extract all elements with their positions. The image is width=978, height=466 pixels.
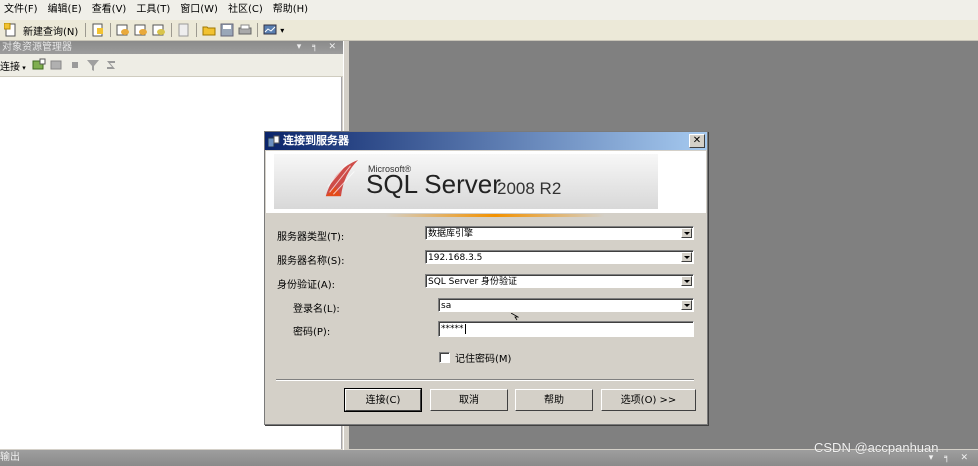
login-label: 登录名(L): xyxy=(293,304,340,315)
text-caret xyxy=(464,324,466,334)
print-icon[interactable] xyxy=(238,23,252,37)
server-connect-icon xyxy=(268,135,280,147)
dialog-title: 连接到服务器 xyxy=(283,134,349,147)
mdx-query-icon[interactable] xyxy=(152,23,166,37)
remember-password-label: 记住密码(M) xyxy=(455,354,512,365)
connect-object-explorer-icon[interactable] xyxy=(32,58,46,72)
auth-label: 身份验证(A): xyxy=(277,280,336,291)
server-type-value: 数据库引擎 xyxy=(428,229,474,239)
server-name-select[interactable]: 192.168.3.5 xyxy=(425,250,694,264)
menu-edit[interactable]: 编辑(E) xyxy=(44,0,88,20)
open-folder-icon[interactable] xyxy=(202,23,216,37)
refresh-icon[interactable] xyxy=(104,58,118,72)
watermark: CSDN @accpanhuan xyxy=(814,440,939,455)
chevron-down-icon: ▾ xyxy=(20,63,26,72)
new-query-icon xyxy=(4,23,16,37)
options-button[interactable]: 选项(O) >> xyxy=(601,389,696,411)
menu-bar: 文件(F) 编辑(E) 查看(V) 工具(T) 窗口(W) 社区(C) 帮助(H… xyxy=(0,0,978,20)
server-name-label: 服务器名称(S): xyxy=(277,256,345,267)
toolbar-separator xyxy=(85,23,87,37)
analysis-query-icon[interactable] xyxy=(134,23,148,37)
server-type-row: 服务器类型(T): 数据库引擎 xyxy=(265,226,707,244)
login-value: sa xyxy=(441,301,452,311)
brand-product: SQL Server xyxy=(366,169,501,199)
toolbar-separator xyxy=(257,23,259,37)
banner-accent-line xyxy=(385,214,605,217)
activity-monitor-icon[interactable] xyxy=(263,23,277,37)
auth-select[interactable]: SQL Server 身份验证 xyxy=(425,274,694,288)
help-button[interactable]: 帮助 xyxy=(515,389,593,411)
menu-file[interactable]: 文件(F) xyxy=(0,0,44,20)
login-row: 登录名(L): sa xyxy=(265,298,707,316)
mouse-cursor-icon xyxy=(511,313,519,321)
new-file-icon[interactable] xyxy=(91,23,105,37)
new-query-button[interactable]: 新建查询(N) xyxy=(0,23,82,38)
auth-row: 身份验证(A): SQL Server 身份验证 xyxy=(265,274,707,292)
sql-server-logo-icon xyxy=(325,160,359,197)
database-engine-query-icon[interactable] xyxy=(116,23,130,37)
password-label: 密码(P): xyxy=(293,327,331,338)
dialog-titlebar[interactable]: 连接到服务器 ✕ xyxy=(265,132,707,150)
connect-to-server-dialog: 连接到服务器 ✕ Microsoft® SQL Server 2008 R2 服… xyxy=(264,131,708,425)
new-query-label: 新建查询(N) xyxy=(23,26,79,38)
auth-value: SQL Server 身份验证 xyxy=(428,277,518,287)
chevron-down-icon[interactable] xyxy=(681,228,692,238)
panel-window-controls[interactable]: ▾ ╕ ✕ xyxy=(297,41,340,54)
document-icon[interactable] xyxy=(177,23,191,37)
menu-tools[interactable]: 工具(T) xyxy=(132,0,176,20)
checkbox-box[interactable] xyxy=(439,352,450,363)
filter-icon[interactable] xyxy=(86,58,100,72)
stop-icon[interactable] xyxy=(68,58,82,72)
toolbar-separator xyxy=(196,23,198,37)
password-field[interactable]: ***** xyxy=(438,321,694,337)
save-icon[interactable] xyxy=(220,23,234,37)
menu-view[interactable]: 查看(V) xyxy=(88,0,133,20)
connect-button[interactable]: 连接(C) xyxy=(344,388,422,412)
object-explorer-titlebar: 对象资源管理器 ▾ ╕ ✕ xyxy=(0,41,344,54)
toolbar-separator xyxy=(171,23,173,37)
server-type-select[interactable]: 数据库引擎 xyxy=(425,226,694,240)
brand-version: 2008 R2 xyxy=(497,179,562,198)
login-select[interactable]: sa xyxy=(438,298,694,312)
object-explorer-toolbar: 连接 ▾ xyxy=(0,54,344,77)
server-name-value: 192.168.3.5 xyxy=(428,253,483,263)
cancel-button[interactable]: 取消 xyxy=(430,389,508,411)
output-title: 输出 xyxy=(0,452,20,463)
dialog-separator xyxy=(276,379,694,381)
server-name-row: 服务器名称(S): 192.168.3.5 xyxy=(265,250,707,268)
remember-password-checkbox[interactable]: 记住密码(M) xyxy=(439,350,511,365)
disconnect-icon[interactable] xyxy=(50,58,64,72)
chevron-down-icon[interactable] xyxy=(681,300,692,310)
menu-window[interactable]: 窗口(W) xyxy=(176,0,224,20)
chevron-down-icon[interactable] xyxy=(681,252,692,262)
close-button[interactable]: ✕ xyxy=(689,134,705,148)
server-type-label: 服务器类型(T): xyxy=(277,232,345,243)
password-value: ***** xyxy=(441,324,464,334)
menu-community[interactable]: 社区(C) xyxy=(224,0,269,20)
menu-help[interactable]: 帮助(H) xyxy=(269,0,314,20)
toolbar-separator xyxy=(110,23,112,37)
connect-dropdown[interactable]: 连接 ▾ xyxy=(0,58,26,73)
connect-label: 连接 xyxy=(0,61,20,73)
product-banner: Microsoft® SQL Server 2008 R2 xyxy=(266,151,706,213)
chevron-down-icon[interactable] xyxy=(681,276,692,286)
object-explorer-title: 对象资源管理器 xyxy=(2,42,72,53)
toolbar-overflow-icon[interactable]: ▾ xyxy=(280,26,284,35)
password-row: 密码(P): ***** xyxy=(265,321,707,339)
standard-toolbar: 新建查询(N) ▾ xyxy=(0,20,978,41)
